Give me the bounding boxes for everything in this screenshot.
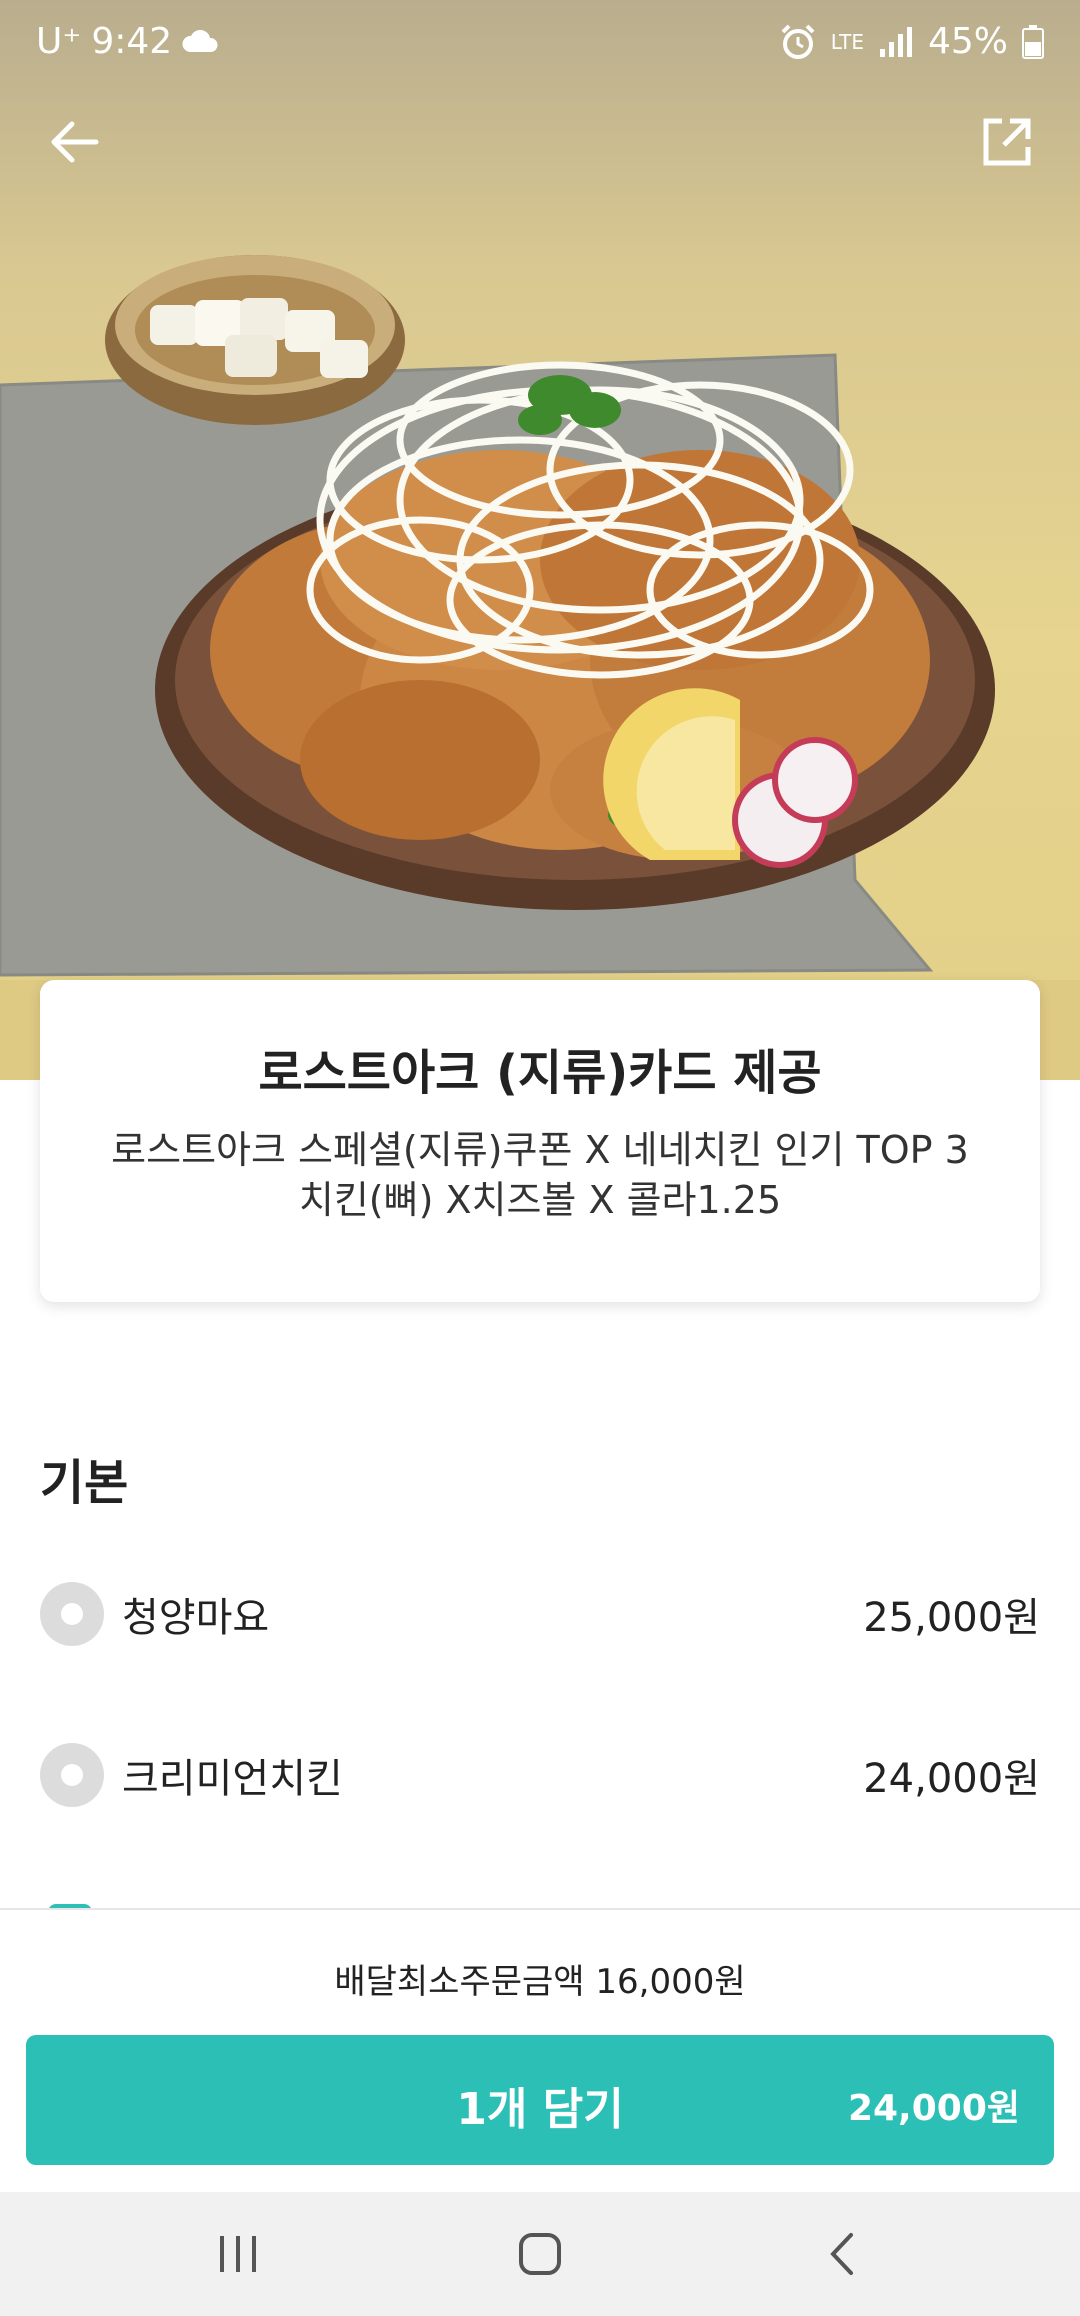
cloud-icon [182,30,218,52]
min-order-text: 배달최소주문금액 16,000원 [334,1962,746,2002]
signal-icon [879,27,912,57]
home-icon [519,2233,561,2275]
nav-back-button[interactable] [802,2222,882,2286]
fried-chicken-illustration [0,255,1080,1080]
status-bar: U⁺ 9:42 LTE 45% [0,0,1080,84]
network-label: LTE [830,30,864,54]
carrier-label: U⁺ [36,21,82,62]
product-info-card: 로스트아크 (지류)카드 제공 로스트아크 스페셜(지류)쿠폰 X 네네치킨 인… [40,980,1040,1302]
options-section-title: 기본 [40,1455,129,1511]
product-title: 로스트아크 (지류)카드 제공 [258,1045,822,1101]
add-to-cart-price: 24,000원 [847,2088,1020,2129]
product-description-line1: 로스트아크 스페셜(지류)쿠폰 X 네네치킨 인기 TOP 3 [111,1127,969,1172]
option-price: 25,000원 [863,1595,1040,1641]
product-description-line2: 치킨(뼈) X치즈볼 X 콜라1.25 [298,1177,782,1222]
product-detail-screen: U⁺ 9:42 LTE 45% 로스트아크 (지류)카드 제공 로스트아크 스페… [0,0,1080,2316]
system-nav-bar [0,2192,1080,2316]
add-to-cart-button[interactable]: 1개 담기 24,000원 [26,2035,1054,2165]
option-price: 24,000원 [863,1756,1040,1802]
option-radio[interactable] [40,1582,104,1646]
back-icon [830,2233,853,2275]
product-description: 로스트아크 스페셜(지류)쿠폰 X 네네치킨 인기 TOP 3 치킨(뼈) X치… [40,1125,1040,1225]
option-name: 크리미언치킨 [122,1756,343,1802]
option-radio[interactable] [40,1743,104,1807]
arrow-left-icon [51,121,99,163]
home-button[interactable] [500,2222,580,2286]
option-row[interactable]: 크리미언치킨 24,000원 [40,1735,1040,1815]
battery-icon [1022,25,1044,59]
alarm-icon [781,24,815,59]
share-icon [983,118,1031,166]
share-button[interactable] [965,100,1049,184]
recent-apps-icon [220,2236,256,2272]
time-label: 9:42 [91,21,173,62]
recent-apps-button[interactable] [198,2222,278,2286]
battery-label: 45% [927,21,1008,62]
back-button[interactable] [32,100,116,184]
product-image [0,0,1080,1080]
option-name: 청양마요 [122,1595,270,1641]
option-row[interactable]: 청양마요 25,000원 [40,1574,1040,1654]
order-panel: 배달최소주문금액 16,000원 1개 담기 24,000원 [0,1908,1080,2194]
